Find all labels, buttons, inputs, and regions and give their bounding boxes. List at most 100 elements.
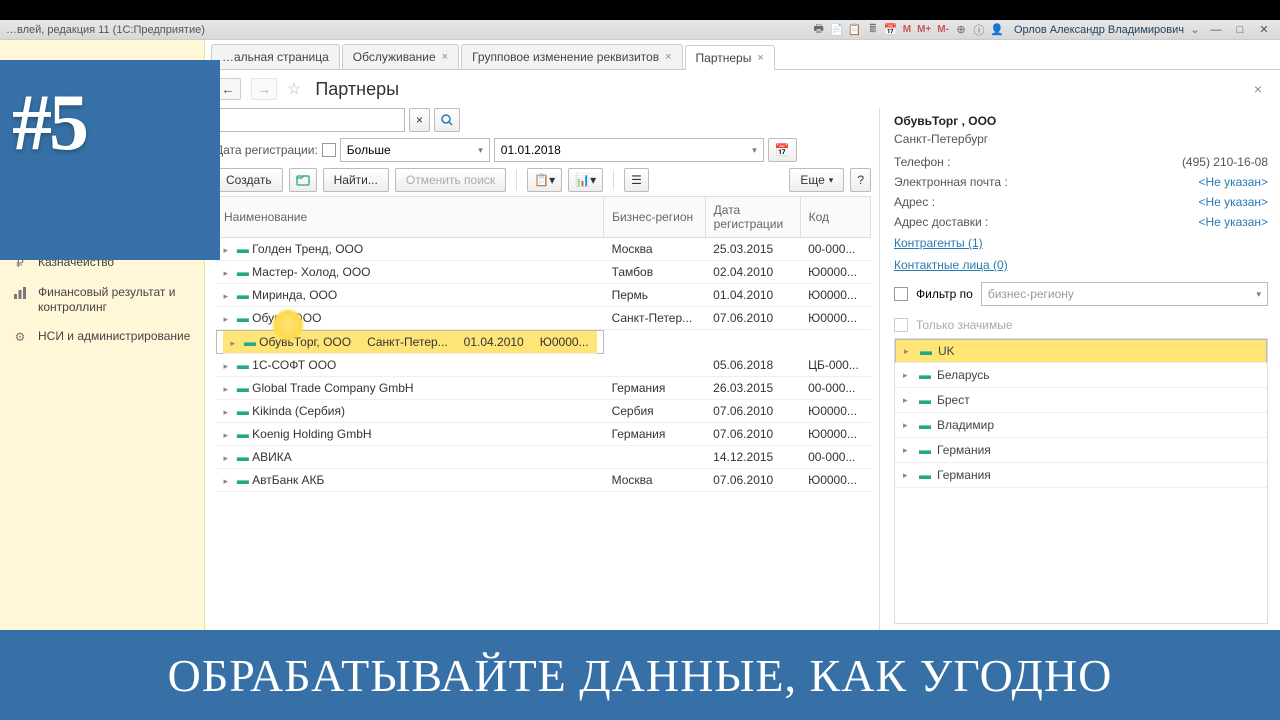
filter-label: Дата регистрации:	[215, 143, 318, 157]
calendar-icon[interactable]: 📅	[884, 23, 898, 37]
print-icon[interactable]: 🖶	[812, 23, 826, 37]
expand-icon[interactable]: ▸	[904, 346, 914, 357]
clipboard-icon[interactable]: 📋	[848, 23, 862, 37]
doc-icon[interactable]: 📄	[830, 23, 844, 37]
item-icon: ▬	[919, 443, 931, 457]
col-date[interactable]: Дата регистрации	[705, 197, 800, 238]
expand-icon[interactable]: ▸	[224, 314, 234, 325]
report-button[interactable]: 📊▾	[568, 168, 603, 192]
more-button[interactable]: Еще ▾	[789, 168, 844, 192]
filter-op-select[interactable]: Больше▾	[340, 138, 490, 162]
table-row[interactable]: ▸ ▬ Голден Тренд, ОООМосква25.03.201500-…	[216, 238, 871, 261]
opts-icon[interactable]: ⌄	[1188, 23, 1202, 37]
date-picker-button[interactable]: 📅	[768, 138, 797, 162]
tab-service[interactable]: Обслуживание×	[342, 44, 459, 69]
expand-icon[interactable]: ▸	[224, 361, 234, 372]
table-row[interactable]: ▸ ▬ АВИКА14.12.201500-000...	[216, 446, 871, 469]
filter-by-select[interactable]: бизнес-региону▾	[981, 282, 1268, 306]
expand-icon[interactable]: ▸	[903, 445, 913, 456]
find-button[interactable]: Найти...	[323, 168, 389, 192]
list-view-button[interactable]: ☰	[624, 168, 649, 192]
table-row[interactable]: ▸ ▬ 1С-СОФТ ООО05.06.2018ЦБ-000...	[216, 354, 871, 377]
close-icon[interactable]: ×	[665, 51, 671, 63]
window-close-button[interactable]: ✕	[1254, 23, 1274, 36]
region-item[interactable]: ▸▬ Владимир	[895, 413, 1267, 438]
region-item[interactable]: ▸▬ Германия	[895, 463, 1267, 488]
m-plus-button[interactable]: M+	[917, 24, 931, 35]
table-row[interactable]: ▸ ▬ Kikinda (Сербия)Сербия07.06.2010Ю000…	[216, 400, 871, 423]
table-row[interactable]: ▸ ▬ Обувь, ОООСанкт-Петер...07.06.2010Ю0…	[216, 307, 871, 330]
expand-icon[interactable]: ▸	[224, 245, 234, 256]
item-icon: ▬	[237, 311, 249, 325]
table-row[interactable]: ▸ ▬ ОбувьТорг, ОООСанкт-Петер...01.04.20…	[216, 330, 604, 354]
item-icon: ▬	[919, 368, 931, 382]
expand-icon[interactable]: ▸	[903, 395, 913, 406]
video-banner: ОБРАБАТЫВАЙТЕ ДАННЫЕ, КАК УГОДНО	[0, 630, 1280, 720]
create-group-button[interactable]	[289, 168, 317, 192]
item-icon: ▬	[237, 288, 249, 302]
m-minus-button[interactable]: M-	[937, 24, 949, 35]
tab-home[interactable]: …альная страница	[211, 44, 340, 69]
m-button[interactable]: M	[903, 24, 911, 35]
table-row[interactable]: ▸ ▬ АвтБанк АКБМосква07.06.2010Ю0000...	[216, 469, 871, 492]
page-close-button[interactable]: ×	[1254, 81, 1270, 97]
expand-icon[interactable]: ▸	[224, 268, 234, 279]
close-icon[interactable]: ×	[757, 52, 763, 64]
minimize-button[interactable]: —	[1206, 24, 1226, 36]
help-button[interactable]: ?	[850, 168, 871, 192]
expand-icon[interactable]: ▸	[903, 370, 913, 381]
clear-search-button[interactable]: ×	[409, 108, 430, 132]
copy-button[interactable]: 📋▾	[527, 168, 562, 192]
create-button[interactable]: Создать	[215, 168, 283, 192]
contragents-link[interactable]: Контрагенты (1)	[894, 236, 983, 250]
expand-icon[interactable]: ▸	[224, 407, 234, 418]
addr-value[interactable]: <Не указан>	[1198, 195, 1268, 209]
region-item[interactable]: ▸▬ Брест	[895, 388, 1267, 413]
significant-checkbox[interactable]	[894, 318, 908, 332]
col-name[interactable]: Наименование	[216, 197, 604, 238]
email-value[interactable]: <Не указан>	[1198, 175, 1268, 189]
star-icon[interactable]: ☆	[287, 79, 301, 99]
tab-partners[interactable]: Партнеры×	[685, 45, 775, 70]
partners-table: Наименование Бизнес-регион Дата регистра…	[215, 196, 871, 492]
expand-icon[interactable]: ▸	[903, 470, 913, 481]
col-region[interactable]: Бизнес-регион	[604, 197, 706, 238]
gear-icon: ⚙	[12, 329, 28, 345]
filter-checkbox[interactable]	[322, 143, 336, 157]
cancel-find-button[interactable]: Отменить поиск	[395, 168, 506, 192]
expand-icon[interactable]: ▸	[224, 453, 234, 464]
table-row[interactable]: ▸ ▬ Мастер- Холод, ОООТамбов02.04.2010Ю0…	[216, 261, 871, 284]
current-user[interactable]: Орлов Александр Владимирович	[1014, 24, 1184, 36]
region-item[interactable]: ▸▬ UK	[895, 339, 1267, 363]
expand-icon[interactable]: ▸	[224, 476, 234, 487]
table-row[interactable]: ▸ ▬ Global Trade Company GmbHГермания26.…	[216, 377, 871, 400]
video-chapter-number: #5	[12, 78, 86, 169]
expand-icon[interactable]: ▸	[224, 384, 234, 395]
tab-group-edit[interactable]: Групповое изменение реквизитов×	[461, 44, 682, 69]
table-row[interactable]: ▸ ▬ Koenig Holding GmbHГермания07.06.201…	[216, 423, 871, 446]
filter-date-input[interactable]: 01.01.2018▾	[494, 138, 764, 162]
expand-icon[interactable]: ▸	[224, 430, 234, 441]
search-input[interactable]	[215, 108, 405, 132]
info-icon[interactable]: ⓘ	[972, 23, 986, 37]
sidebar-item-nsi[interactable]: ⚙ НСИ и администрирование	[0, 322, 204, 352]
search-button[interactable]	[434, 108, 460, 132]
phone-label: Телефон :	[894, 155, 1054, 169]
region-item[interactable]: ▸▬ Германия	[895, 438, 1267, 463]
ship-value[interactable]: <Не указан>	[1198, 215, 1268, 229]
maximize-button[interactable]: □	[1230, 24, 1250, 36]
close-icon[interactable]: ×	[442, 51, 448, 63]
calc-icon[interactable]: 🖩	[866, 23, 880, 37]
expand-icon[interactable]: ▸	[903, 420, 913, 431]
sidebar-item-finance[interactable]: Финансовый результат и контроллинг	[0, 278, 204, 322]
nav-forward-button[interactable]: →	[251, 78, 277, 100]
contacts-link[interactable]: Контактные лица (0)	[894, 258, 1008, 272]
back-icon[interactable]: ⊕	[954, 23, 968, 37]
expand-icon[interactable]: ▸	[224, 291, 234, 302]
sidebar-item-label: Финансовый результат и контроллинг	[38, 285, 194, 315]
col-code[interactable]: Код	[800, 197, 870, 238]
expand-icon[interactable]: ▸	[231, 338, 241, 349]
region-item[interactable]: ▸▬ Беларусь	[895, 363, 1267, 388]
filter-by-checkbox[interactable]	[894, 287, 908, 301]
table-row[interactable]: ▸ ▬ Миринда, ОООПермь01.04.2010Ю0000...	[216, 284, 871, 307]
